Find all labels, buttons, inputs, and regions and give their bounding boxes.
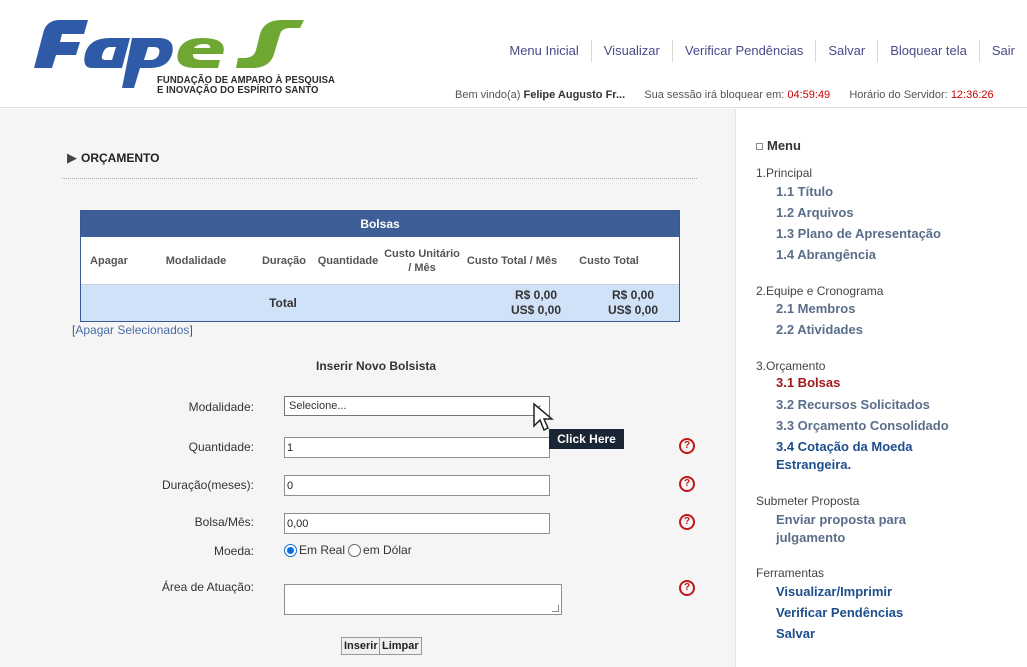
menu-item-plano-apresentacao[interactable]: 1.3 Plano de Apresentação	[776, 226, 941, 241]
radio-em-real-label: Em Real	[299, 543, 346, 557]
header: FUNDAÇÃO DE AMPARO À PESQUISA E INOVAÇÃO…	[0, 0, 1027, 108]
nav-sair[interactable]: Sair	[978, 40, 1027, 62]
help-icon[interactable]: ?	[679, 438, 695, 454]
menu-item-enviar-proposta-line-2[interactable]: julgamento	[776, 530, 845, 545]
help-icon[interactable]: ?	[679, 580, 695, 596]
session-status: Bem vindo(a) Felipe Augusto Fr... Sua se…	[455, 89, 994, 101]
user-name: Felipe Augusto Fr...	[523, 89, 626, 101]
nav-menu-inicial[interactable]: Menu Inicial	[497, 40, 590, 62]
server-time: 12:36:26	[950, 89, 994, 101]
total-usd: US$ 0,00	[607, 303, 659, 317]
nav-salvar[interactable]: Salvar	[815, 40, 877, 62]
bolsas-table: Bolsas Apagar Modalidade Duração Quantid…	[80, 210, 680, 322]
moeda-radio-group: Em Real em Dólar	[284, 543, 412, 557]
menu-item-bolsas[interactable]: 3.1 Bolsas	[776, 375, 840, 390]
total-month-usd: US$ 0,00	[510, 303, 562, 317]
menu-item-orcamento-consolidado[interactable]: 3.3 Orçamento Consolidado	[776, 418, 949, 433]
area-atuacao-textarea[interactable]	[284, 584, 562, 615]
session-lock-timer: 04:59:49	[787, 89, 831, 101]
menu-item-cotacao-moeda[interactable]: 3.4 Cotação da Moeda	[776, 439, 913, 454]
welcome-prefix: Bem vindo(a)	[455, 89, 521, 101]
col-apagar: Apagar	[90, 254, 128, 267]
table-title: Bolsas	[81, 211, 679, 237]
menu-item-verificar-pendencias[interactable]: Verificar Pendências	[776, 605, 903, 620]
top-navigation: Menu Inicial Visualizar Verificar Pendên…	[497, 40, 1027, 62]
col-quantidade: Quantidade	[317, 254, 379, 267]
modalidade-select[interactable]: Selecione... ⌄	[284, 396, 550, 416]
area-atuacao-label: Área de Atuação:	[161, 580, 254, 594]
help-icon[interactable]: ?	[679, 514, 695, 530]
quantidade-label: Quantidade:	[188, 440, 254, 454]
col-custo-total: Custo Total	[579, 254, 639, 267]
session-lock-label: Sua sessão irá bloquear em:	[644, 89, 785, 101]
divider	[62, 178, 697, 179]
col-modalidade: Modalidade	[165, 254, 227, 267]
duracao-label: Duração(meses):	[161, 478, 254, 492]
total-month-brl: R$ 0,00	[514, 288, 558, 302]
menu-group-equipe: 2.Equipe e Cronograma	[756, 284, 884, 298]
menu-square-icon	[756, 143, 763, 151]
clear-button[interactable]: Limpar	[379, 637, 422, 655]
delete-selected-wrapper: [Apagar Selecionados]	[72, 323, 193, 337]
nav-bloquear-tela[interactable]: Bloquear tela	[877, 40, 979, 62]
radio-em-dolar-label: em Dólar	[363, 543, 412, 557]
menu-item-recursos-solicitados[interactable]: 3.2 Recursos Solicitados	[776, 397, 930, 412]
total-month-value: R$ 0,00 US$ 0,00	[485, 288, 587, 318]
table-header-row: Apagar Modalidade Duração Quantidade Cus…	[81, 237, 679, 285]
modalidade-selected-value: Selecione...	[289, 400, 347, 412]
section-title-text: ORÇAMENTO	[81, 151, 160, 165]
menu-item-enviar-proposta[interactable]: Enviar proposta para	[776, 512, 906, 527]
menu-group-orcamento: 3.Orçamento	[756, 359, 826, 373]
delete-selected-link[interactable]: Apagar Selecionados	[75, 323, 189, 337]
chevron-right-icon: ▶	[67, 150, 77, 165]
radio-em-dolar[interactable]	[348, 543, 362, 557]
menu-item-cotacao-moeda-line-2[interactable]: Estrangeira.	[776, 457, 851, 472]
modalidade-label: Modalidade:	[188, 400, 254, 414]
help-icon[interactable]: ?	[679, 476, 695, 492]
radio-em-real[interactable]	[284, 543, 297, 557]
col-custo-unitario: Custo Unitário / Mês	[384, 247, 460, 274]
menu-item-titulo[interactable]: 1.1 Título	[776, 184, 833, 199]
click-here-tooltip: Click Here	[549, 429, 624, 449]
menu-item-membros[interactable]: 2.1 Membros	[776, 301, 855, 316]
logo-subtitle: FUNDAÇÃO DE AMPARO À PESQUISA E INOVAÇÃO…	[157, 76, 335, 96]
menu-item-abrangencia[interactable]: 1.4 Abrangência	[776, 247, 876, 262]
total-label: Total	[269, 296, 297, 310]
menu-group-principal: 1.Principal	[756, 166, 813, 180]
menu-item-arquivos[interactable]: 1.2 Arquivos	[776, 205, 854, 220]
bolsa-mes-label: Bolsa/Mês:	[194, 515, 254, 529]
duracao-input[interactable]: 0	[284, 475, 550, 496]
nav-visualizar[interactable]: Visualizar	[590, 40, 672, 62]
col-duracao: Duração	[261, 254, 307, 267]
form-title: Inserir Novo Bolsista	[316, 359, 437, 373]
nav-verificar-pendencias[interactable]: Verificar Pendências	[671, 40, 816, 62]
moeda-label: Moeda:	[213, 544, 254, 558]
section-title: ▶ ORÇAMENTO	[67, 150, 159, 166]
logo-subtitle-line-2: E INOVAÇÃO DO ESPÍRITO SANTO	[157, 85, 319, 96]
menu-item-salvar[interactable]: Salvar	[776, 626, 815, 641]
menu-item-visualizar-imprimir[interactable]: Visualizar/Imprimir	[776, 584, 892, 599]
menu-title-text: Menu	[767, 138, 801, 153]
menu-group-submeter: Submeter Proposta	[756, 494, 860, 508]
col-custo-total-mes: Custo Total / Mês	[466, 254, 558, 267]
insert-button[interactable]: Inserir	[341, 637, 381, 655]
menu-group-ferramentas: Ferramentas	[756, 566, 825, 580]
bolsa-mes-input[interactable]: 0,00	[284, 513, 550, 534]
table-total-row: Total R$ 0,00 US$ 0,00 R$ 0,00 US$ 0,00	[81, 285, 679, 321]
total-value: R$ 0,00 US$ 0,00	[587, 288, 679, 318]
server-time-label: Horário do Servidor:	[849, 89, 948, 101]
menu-item-atividades[interactable]: 2.2 Atividades	[776, 322, 863, 337]
total-brl: R$ 0,00	[611, 288, 655, 302]
menu-title: Menu	[756, 138, 801, 153]
quantidade-input[interactable]: 1	[284, 437, 550, 458]
